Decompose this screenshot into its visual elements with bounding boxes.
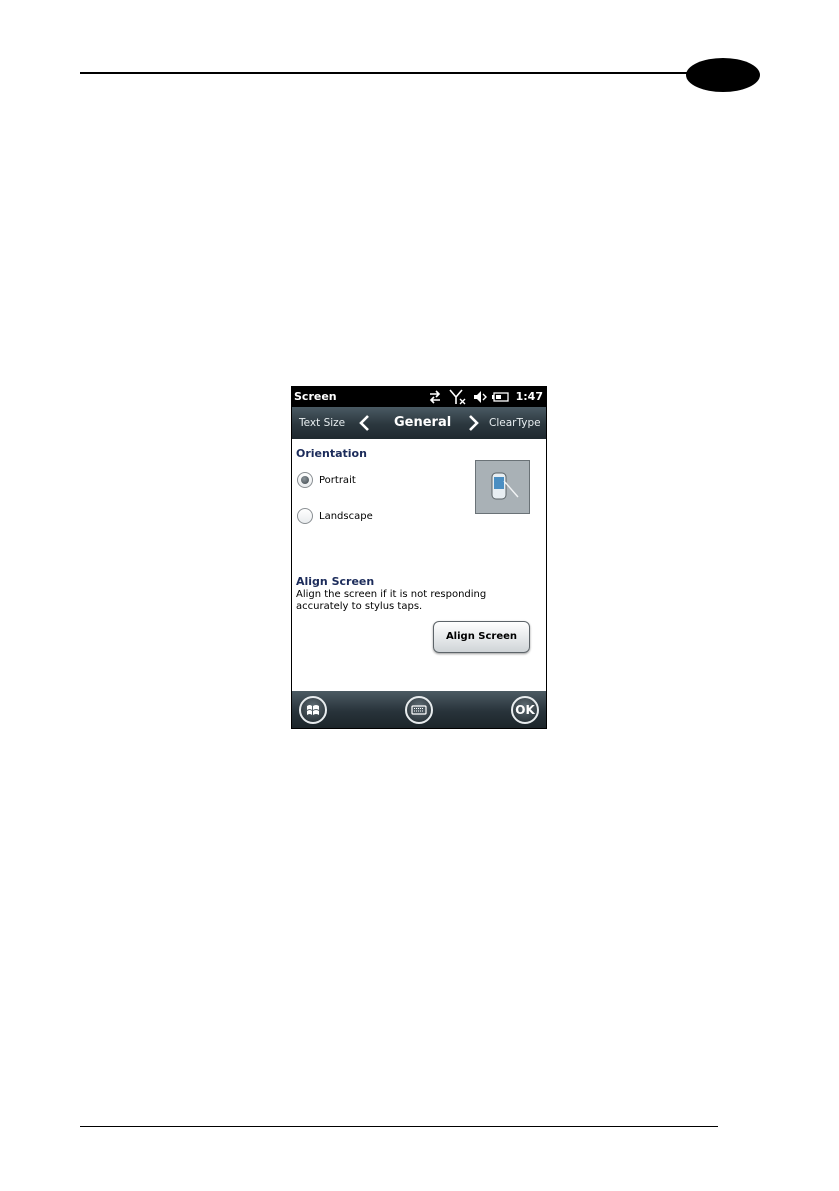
sync-arrows-icon[interactable]: [427, 389, 443, 405]
header-rule: [80, 72, 740, 74]
align-screen-heading: Align Screen: [296, 575, 375, 588]
app-title: Screen: [294, 390, 337, 403]
status-bar: Screen 1:47: [292, 387, 546, 407]
portrait-label: Portrait: [319, 474, 356, 486]
settings-tab-navigator: Text Size General ClearType: [292, 407, 546, 439]
softkey-bar: OK: [292, 691, 546, 728]
keyboard-icon: [411, 705, 427, 715]
keyboard-button[interactable]: [405, 696, 433, 724]
align-screen-description: Align the screen if it is not responding…: [296, 589, 487, 612]
speaker-muted-icon[interactable]: [472, 389, 488, 405]
landscape-label: Landscape: [319, 510, 373, 522]
tab-cleartype[interactable]: ClearType: [489, 417, 541, 429]
align-screen-button[interactable]: Align Screen: [433, 621, 530, 653]
chapter-tab-marker: [686, 58, 760, 92]
device-stylus-icon: [491, 472, 519, 500]
battery-icon[interactable]: [491, 389, 509, 405]
radio-portrait[interactable]: Portrait: [297, 471, 356, 489]
radio-landscape[interactable]: Landscape: [297, 507, 373, 525]
chevron-right-icon[interactable]: [468, 414, 480, 432]
no-signal-icon[interactable]: [449, 389, 467, 405]
orientation-preview: [475, 460, 530, 514]
footer-rule: [80, 1126, 718, 1127]
clock[interactable]: 1:47: [516, 390, 543, 403]
tab-general: General: [394, 415, 452, 430]
landscape-radio-button[interactable]: [297, 508, 313, 524]
ok-button[interactable]: OK: [511, 696, 539, 724]
portrait-radio-button[interactable]: [297, 472, 313, 488]
settings-content: Orientation Portrait Landscape Align Scr…: [292, 439, 546, 691]
device-screenshot: Screen 1:47 Text Size General ClearType: [291, 386, 547, 729]
tab-text-size[interactable]: Text Size: [299, 417, 345, 429]
windows-start-icon: [307, 705, 319, 715]
orientation-heading: Orientation: [296, 447, 367, 460]
start-button[interactable]: [299, 696, 327, 724]
chevron-left-icon[interactable]: [358, 414, 370, 432]
